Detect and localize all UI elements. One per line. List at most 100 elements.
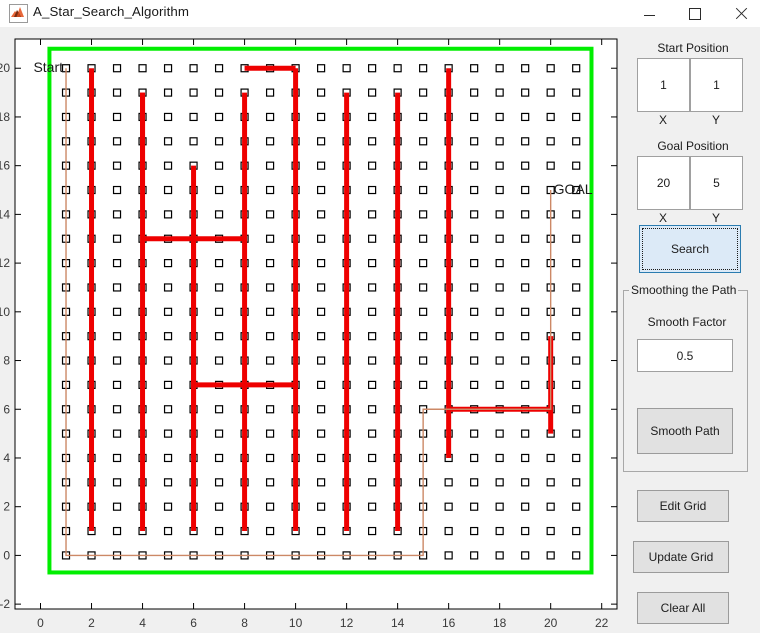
search-button[interactable]: Search [639, 225, 741, 273]
grid-node[interactable] [265, 210, 275, 219]
grid-node[interactable] [265, 502, 275, 511]
grid-node[interactable] [214, 88, 224, 97]
grid-node[interactable] [521, 478, 530, 487]
maximize-button[interactable] [672, 0, 718, 27]
grid-node[interactable] [214, 112, 224, 122]
grid-node[interactable] [112, 526, 122, 536]
grid-node[interactable] [444, 502, 453, 511]
grid-node[interactable] [265, 88, 275, 97]
grid-node[interactable] [112, 112, 122, 122]
grid-node[interactable] [470, 502, 479, 511]
grid-node[interactable] [368, 429, 377, 438]
grid-node[interactable] [163, 453, 173, 463]
grid-node[interactable] [214, 307, 224, 316]
grid-node[interactable] [419, 234, 428, 243]
grid-node[interactable] [368, 526, 377, 536]
grid-node[interactable] [368, 112, 377, 122]
grid-node[interactable] [546, 502, 555, 511]
grid-node[interactable] [419, 380, 428, 389]
grid-node[interactable] [265, 307, 275, 316]
grid-node[interactable] [495, 88, 504, 97]
grid-node[interactable] [138, 64, 147, 73]
grid-node[interactable] [572, 283, 581, 292]
grid-node[interactable] [112, 210, 122, 219]
grid-node[interactable] [112, 478, 122, 487]
grid-node[interactable] [317, 307, 326, 316]
grid-node[interactable] [112, 429, 122, 438]
grid-node[interactable] [572, 453, 581, 463]
grid-node[interactable] [214, 478, 224, 487]
grid-node[interactable] [317, 356, 326, 365]
grid-node[interactable] [265, 478, 275, 487]
grid-node[interactable] [368, 307, 377, 316]
grid-node[interactable] [265, 259, 275, 268]
grid-node[interactable] [368, 502, 377, 511]
grid-node[interactable] [444, 551, 453, 560]
grid-node[interactable] [470, 307, 479, 316]
grid-node[interactable] [546, 112, 555, 122]
grid-node[interactable] [189, 88, 198, 97]
grid-node[interactable] [572, 210, 581, 219]
grid-node[interactable] [265, 526, 275, 536]
grid-node[interactable] [546, 137, 555, 146]
grid-node[interactable] [546, 88, 555, 97]
grid-node[interactable] [163, 185, 173, 195]
grid-node[interactable] [495, 429, 504, 438]
grid-node[interactable] [470, 185, 479, 195]
grid-node[interactable] [317, 405, 326, 414]
grid-node[interactable] [368, 478, 377, 487]
goal-x-input[interactable]: 20 [637, 156, 690, 210]
grid-node[interactable] [189, 112, 198, 122]
grid-node[interactable] [112, 161, 122, 170]
grid-node[interactable] [470, 210, 479, 219]
grid-node[interactable] [521, 356, 530, 365]
grid-node[interactable] [495, 185, 504, 195]
grid-node[interactable] [521, 185, 530, 195]
grid-node[interactable] [368, 405, 377, 414]
grid-node[interactable] [214, 137, 224, 146]
grid-node[interactable] [265, 112, 275, 122]
grid-node[interactable] [495, 526, 504, 536]
grid-node[interactable] [393, 64, 402, 73]
grid-node[interactable] [112, 502, 122, 511]
grid-node[interactable] [368, 88, 377, 97]
grid-node[interactable] [368, 283, 377, 292]
clear-all-button[interactable]: Clear All [637, 592, 729, 624]
grid-node[interactable] [163, 283, 173, 292]
grid-node[interactable] [163, 137, 173, 146]
grid-node[interactable] [521, 526, 530, 536]
grid-node[interactable] [470, 332, 479, 341]
grid-node[interactable] [495, 502, 504, 511]
grid-node[interactable] [368, 356, 377, 365]
grid-node[interactable] [470, 551, 479, 560]
grid-node[interactable] [419, 259, 428, 268]
grid-node[interactable] [317, 210, 326, 219]
start-x-input[interactable]: 1 [637, 58, 690, 112]
grid-node[interactable] [112, 259, 122, 268]
grid-node[interactable] [317, 502, 326, 511]
grid-node[interactable] [214, 502, 224, 511]
grid-node[interactable] [265, 453, 275, 463]
grid-node[interactable] [572, 161, 581, 170]
grid-node[interactable] [317, 380, 326, 389]
grid-node[interactable] [214, 64, 224, 73]
grid-node[interactable] [470, 478, 479, 487]
grid-node[interactable] [470, 429, 479, 438]
grid-node[interactable] [470, 234, 479, 243]
grid-node[interactable] [572, 356, 581, 365]
grid-node[interactable] [521, 307, 530, 316]
goal-y-input[interactable]: 5 [690, 156, 743, 210]
grid-node[interactable] [214, 283, 224, 292]
grid-node[interactable] [317, 185, 326, 195]
grid-node[interactable] [317, 259, 326, 268]
grid-node[interactable] [470, 283, 479, 292]
grid-node[interactable] [470, 88, 479, 97]
grid-node[interactable] [495, 332, 504, 341]
grid-node[interactable] [265, 356, 275, 365]
grid-node[interactable] [470, 526, 479, 536]
grid-node[interactable] [214, 356, 224, 365]
grid-node[interactable] [317, 137, 326, 146]
grid-node[interactable] [317, 112, 326, 122]
grid-node[interactable] [214, 161, 224, 170]
grid-node[interactable] [317, 161, 326, 170]
